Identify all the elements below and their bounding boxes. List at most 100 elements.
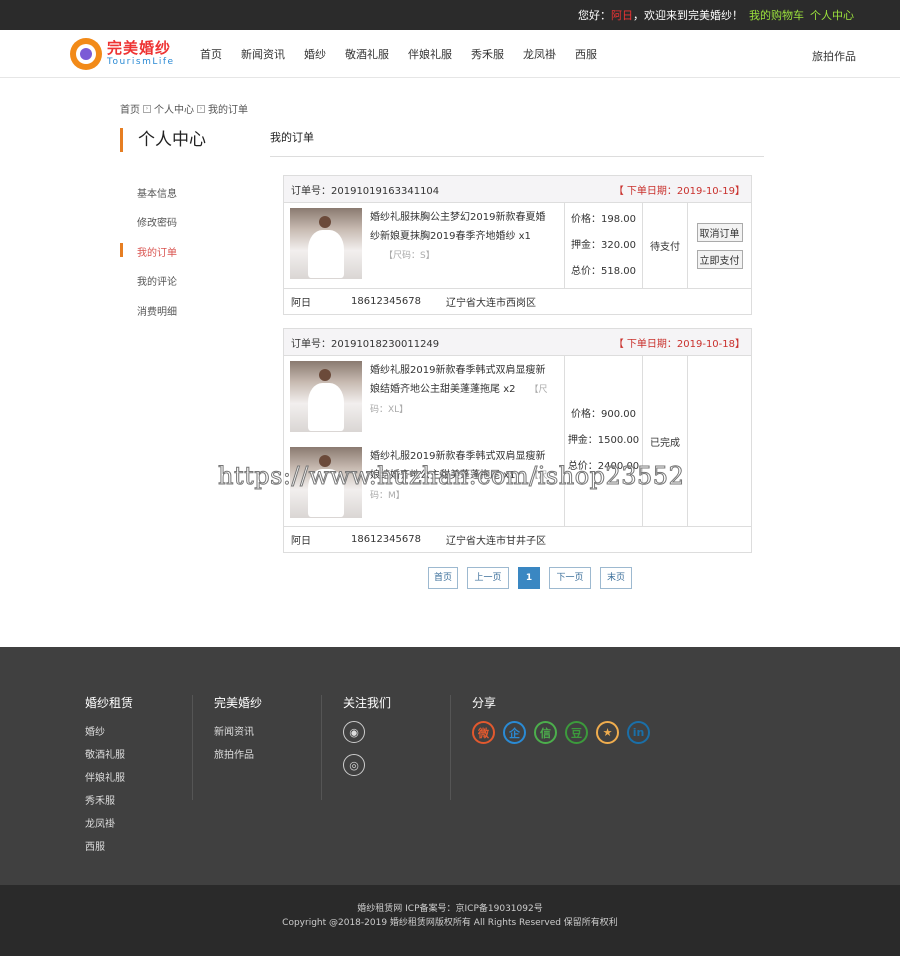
site-logo[interactable]: 完美婚纱 TourismLife bbox=[70, 38, 175, 70]
page-title: 我的订单 bbox=[270, 131, 314, 144]
sidebar-item-password[interactable]: 修改密码 bbox=[137, 214, 177, 229]
order-price: 价格：198.00 bbox=[571, 213, 636, 225]
pager-next-button[interactable]: 下一页 bbox=[549, 567, 591, 589]
product-image[interactable] bbox=[290, 208, 362, 279]
footer-divider bbox=[450, 695, 451, 800]
footer-link[interactable]: 敬酒礼服 bbox=[85, 744, 133, 767]
nav-item-suit[interactable]: 西服 bbox=[575, 46, 597, 62]
nav-item-toast-dress[interactable]: 敬酒礼服 bbox=[345, 46, 389, 62]
footer-link[interactable]: 秀禾服 bbox=[85, 790, 133, 813]
order-footer: 阿日 18612345678 辽宁省大连市甘井子区 bbox=[284, 527, 751, 552]
sidebar-item-comments[interactable]: 我的评论 bbox=[137, 273, 177, 288]
breadcrumb-separator-icon: › bbox=[143, 104, 151, 113]
nav-item-travel-photos[interactable]: 旅拍作品 bbox=[812, 48, 856, 64]
wechat-icon[interactable]: ◉ bbox=[343, 721, 365, 743]
order-actions bbox=[688, 356, 751, 526]
order-header: 订单号：20191019163341104 【 下单日期：2019-10-19】 bbox=[284, 176, 751, 203]
recipient-name: 阿日 bbox=[291, 536, 311, 547]
nav-item-wedding-dress[interactable]: 婚纱 bbox=[304, 46, 326, 62]
top-bar: 您好：阿日，欢迎来到完美婚纱！ 我的购物车 个人中心 bbox=[0, 0, 900, 30]
site-footer: 婚纱租赁 婚纱 敬酒礼服 伴娘礼服 秀禾服 龙凤褂 西服 完美婚纱 新闻资讯 旅… bbox=[0, 647, 900, 885]
order-status: 已完成 bbox=[643, 356, 688, 526]
copyright-text: Copyright @2018-2019 婚纱租赁网版权所有 All Right… bbox=[282, 918, 618, 928]
recipient-name: 阿日 bbox=[291, 298, 311, 309]
qq-share-icon[interactable]: 企 bbox=[503, 721, 526, 744]
product-title[interactable]: 婚纱礼服2019新款春季韩式双肩显瘦新娘结婚齐地公主甜美蓬蓬拖尾 bbox=[370, 365, 545, 395]
product-qty: x1 bbox=[518, 231, 531, 242]
footer-divider bbox=[192, 695, 193, 800]
goods-item[interactable]: 婚纱礼服抹胸公主梦幻2019新款春夏婚纱新娘夏抹胸2019春季齐地婚纱 x1【尺… bbox=[290, 208, 564, 281]
nav-item-home[interactable]: 首页 bbox=[200, 46, 222, 62]
goods-item[interactable]: 婚纱礼服2019新款春季韩式双肩显瘦新娘结婚齐地公主甜美蓬蓬拖尾 x2 【尺码：X… bbox=[290, 361, 564, 434]
breadcrumb-home[interactable]: 首页 bbox=[120, 101, 140, 116]
footer-col-share: 分享 微 企 信 豆 ★ in bbox=[472, 647, 650, 744]
footer-link[interactable]: 西服 bbox=[85, 836, 133, 859]
order-number: 订单号：20191019163341104 bbox=[291, 185, 440, 197]
sidebar-item-profile[interactable]: 基本信息 bbox=[137, 185, 177, 200]
sidebar-item-orders[interactable]: 我的订单 bbox=[137, 244, 177, 259]
footer-divider bbox=[321, 695, 322, 800]
order-goods: 婚纱礼服抹胸公主梦幻2019新款春夏婚纱新娘夏抹胸2019春季齐地婚纱 x1【尺… bbox=[284, 203, 565, 288]
username-link[interactable]: 阿日 bbox=[611, 9, 633, 22]
footer-col-title: 婚纱租赁 bbox=[85, 696, 134, 710]
logo-icon bbox=[70, 38, 102, 70]
product-size: 【尺码：S】 bbox=[384, 251, 435, 261]
nav-item-longfeng[interactable]: 龙凤褂 bbox=[523, 46, 556, 62]
footer-link[interactable]: 伴娘礼服 bbox=[85, 767, 133, 790]
cancel-order-button[interactable]: 取消订单 bbox=[696, 222, 743, 242]
product-qty: x2 bbox=[503, 384, 516, 395]
title-divider bbox=[270, 156, 764, 157]
pay-now-button[interactable]: 立即支付 bbox=[696, 249, 743, 269]
order-card: 订单号：20191018230011249 【 下单日期：2019-10-18】… bbox=[283, 328, 752, 553]
icp-text: 婚纱租赁网 ICP备案号：京ICP备19031092号 bbox=[357, 904, 543, 914]
order-footer: 阿日 18612345678 辽宁省大连市西岗区 bbox=[284, 289, 751, 314]
footer-link[interactable]: 旅拍作品 bbox=[214, 744, 262, 767]
douban-share-icon[interactable]: 豆 bbox=[565, 721, 588, 744]
personal-center-link[interactable]: 个人中心 bbox=[810, 7, 854, 23]
breadcrumb-center[interactable]: 个人中心 bbox=[154, 101, 194, 116]
nav-item-news[interactable]: 新闻资讯 bbox=[241, 46, 285, 62]
order-prices: 价格：198.00 押金：320.00 总价：518.00 bbox=[565, 203, 643, 288]
order-header: 订单号：20191018230011249 【 下单日期：2019-10-18】 bbox=[284, 329, 751, 356]
logo-subtitle: TourismLife bbox=[107, 57, 175, 67]
cart-link[interactable]: 我的购物车 bbox=[749, 7, 804, 23]
order-price: 价格：900.00 bbox=[571, 409, 636, 420]
footer-link[interactable]: 龙凤褂 bbox=[85, 813, 133, 836]
qzone-share-icon[interactable]: ★ bbox=[596, 721, 619, 744]
order-actions: 取消订单 立即支付 bbox=[688, 203, 751, 288]
weibo-share-icon[interactable]: 微 bbox=[472, 721, 495, 744]
sidebar-title: 个人中心 bbox=[120, 128, 206, 152]
footer-link[interactable]: 婚纱 bbox=[85, 721, 133, 744]
product-image[interactable] bbox=[290, 361, 362, 432]
logo-title: 完美婚纱 bbox=[107, 39, 172, 57]
footer-col-title: 分享 bbox=[472, 696, 497, 710]
order-deposit: 押金：1500.00 bbox=[567, 435, 640, 446]
order-card: 订单号：20191019163341104 【 下单日期：2019-10-19】… bbox=[283, 175, 752, 315]
recipient-address: 辽宁省大连市西岗区 bbox=[446, 298, 536, 309]
sidebar-active-marker bbox=[120, 243, 123, 257]
order-total: 总价：518.00 bbox=[571, 265, 636, 277]
pager-first-button[interactable]: 首页 bbox=[428, 567, 458, 589]
pager-prev-button[interactable]: 上一页 bbox=[467, 567, 509, 589]
nav-item-bridesmaid[interactable]: 伴娘礼服 bbox=[408, 46, 452, 62]
recipient-phone: 18612345678 bbox=[351, 534, 421, 545]
order-status: 待支付 bbox=[643, 203, 688, 288]
sidebar-item-spending[interactable]: 消费明细 bbox=[137, 303, 177, 318]
pagination: 首页 上一页 1 下一页 末页 bbox=[428, 567, 632, 589]
wechat-share-icon[interactable]: 信 bbox=[534, 721, 557, 744]
breadcrumb-separator-icon: › bbox=[197, 104, 205, 113]
order-number: 订单号：20191018230011249 bbox=[291, 338, 440, 350]
footer-col-title: 完美婚纱 bbox=[214, 696, 263, 710]
footer-col-about: 完美婚纱 新闻资讯 旅拍作品 bbox=[214, 647, 262, 767]
recipient-address: 辽宁省大连市甘井子区 bbox=[446, 536, 546, 547]
nav-item-xiuhe[interactable]: 秀禾服 bbox=[471, 46, 504, 62]
watermark: https://www.huzhan.com/ishop23552 bbox=[217, 462, 685, 491]
footer-link[interactable]: 新闻资讯 bbox=[214, 721, 262, 744]
breadcrumb: 首页 › 个人中心 › 我的订单 bbox=[120, 101, 248, 116]
linkedin-share-icon[interactable]: in bbox=[627, 721, 650, 744]
weibo-icon[interactable]: ◎ bbox=[343, 754, 365, 776]
pager-current-page[interactable]: 1 bbox=[518, 567, 540, 589]
pager-last-button[interactable]: 末页 bbox=[600, 567, 632, 589]
nav-menu: 首页 新闻资讯 婚纱 敬酒礼服 伴娘礼服 秀禾服 龙凤褂 西服 bbox=[200, 30, 616, 78]
footer-col-follow: 关注我们 ◉ ◎ bbox=[343, 647, 391, 787]
